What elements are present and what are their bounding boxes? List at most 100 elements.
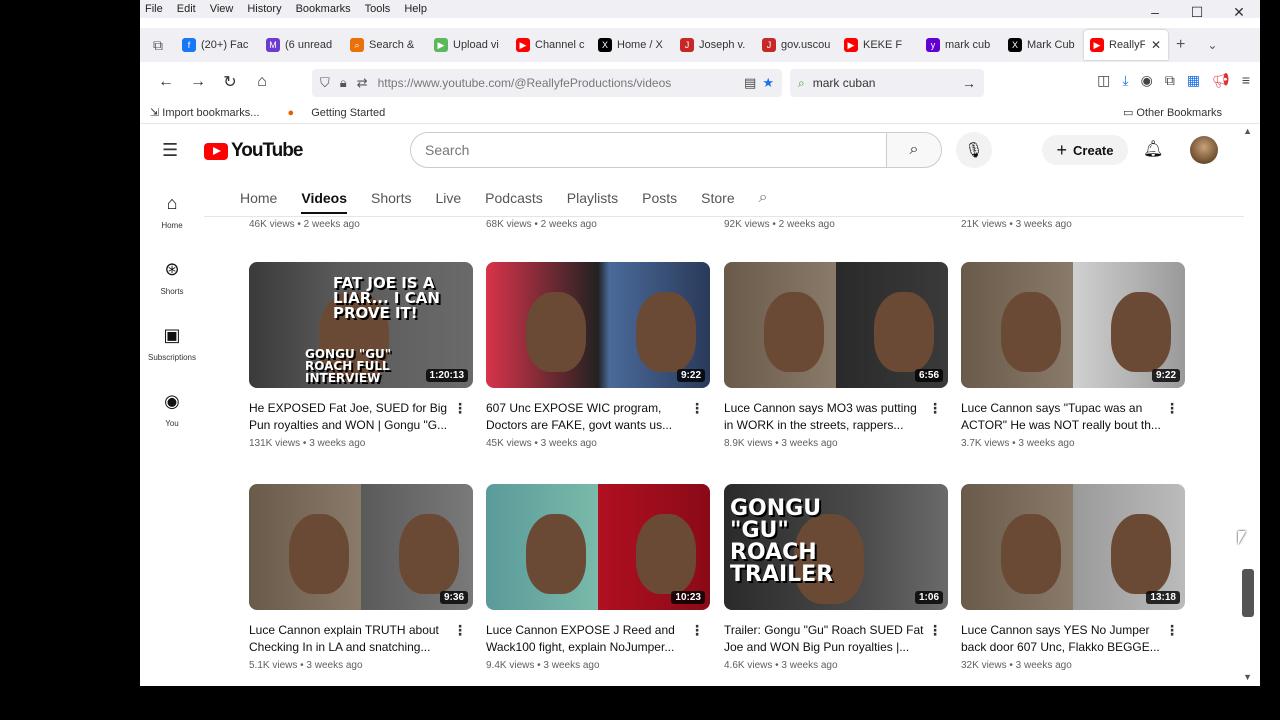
account-icon[interactable]: ◉ — [1141, 72, 1153, 89]
browser-tab[interactable]: y mark cub — [920, 30, 1002, 60]
video-thumbnail[interactable]: 10:23 — [486, 484, 710, 610]
tab-list-icon[interactable]: ⧉ — [140, 37, 176, 54]
browser-tab[interactable]: X Mark Cub — [1002, 30, 1084, 60]
scroll-down-icon[interactable]: ▼ — [1243, 672, 1252, 682]
sidebar-item-shorts[interactable]: ⊛ Shorts — [140, 251, 204, 317]
tab-playlists[interactable]: Playlists — [567, 190, 618, 206]
more-options-icon[interactable]: ⋮ — [453, 622, 467, 639]
video-thumbnail[interactable]: 9:22 — [961, 262, 1185, 388]
reload-icon[interactable]: ↻ — [214, 72, 246, 92]
video-title[interactable]: Trailer: Gongu "Gu" Roach SUED Fat Joe a… — [724, 622, 924, 656]
video-title[interactable]: Luce Cannon says MO3 was putting in WORK… — [724, 400, 924, 434]
hamburger-menu-icon[interactable]: ☰ — [162, 140, 178, 161]
browser-tab[interactable]: M (6 unread — [260, 30, 344, 60]
menu-history[interactable]: History — [247, 3, 281, 15]
tab-shorts[interactable]: Shorts — [371, 190, 411, 206]
video-thumbnail[interactable]: 13:18 — [961, 484, 1185, 610]
video-card[interactable]: GONGU "GU" ROACH TRAILER 1:06 Trailer: Gon… — [724, 484, 948, 671]
lock-icon[interactable]: 🔒︎ — [340, 75, 347, 91]
browser-tab[interactable]: Jgov.uscou — [756, 30, 838, 60]
go-arrow-icon[interactable]: → — [962, 75, 976, 91]
video-card[interactable]: 13:18 Luce Cannon says YES No Jumper back… — [961, 484, 1185, 671]
tab-home[interactable]: Home — [240, 190, 277, 206]
video-title[interactable]: He EXPOSED Fat Joe, SUED for Big Pun roy… — [249, 400, 449, 434]
search-engine-icon[interactable]: ⌕ — [798, 76, 805, 91]
menu-bookmarks[interactable]: Bookmarks — [296, 3, 351, 15]
browser-tab[interactable]: X Home / X — [592, 30, 674, 60]
video-thumbnail[interactable]: GONGU "GU" ROACH TRAILER 1:06 — [724, 484, 948, 610]
tab-live[interactable]: Live — [435, 190, 461, 206]
more-options-icon[interactable]: ⋮ — [1165, 400, 1179, 417]
new-tab-icon[interactable]: + — [1176, 36, 1185, 54]
browser-tab[interactable]: J Joseph v. — [674, 30, 756, 60]
bookmark-star-icon[interactable]: ★ — [762, 75, 774, 91]
browser-search-bar[interactable]: ⌕ mark cuban → — [790, 69, 984, 97]
minimize-icon[interactable]: – — [1134, 0, 1176, 24]
video-thumbnail[interactable]: FAT JOE IS A LIAR... I CAN PROVE IT! GONG… — [249, 262, 473, 388]
url-bar[interactable]: ⛉ 🔒︎ ⇄ https://www.youtube.com/@Reallyfe… — [312, 69, 782, 97]
browser-tab[interactable]: ▶ KEKE F — [838, 30, 920, 60]
yt-search-button[interactable]: ⌕ — [886, 132, 942, 168]
menu-help[interactable]: Help — [404, 3, 427, 15]
video-title[interactable]: Luce Cannon says YES No Jumper back door… — [961, 622, 1161, 656]
downloads-icon[interactable]: ⤓ — [1122, 72, 1128, 89]
other-bookmarks[interactable]: ▭ Other Bookmarks — [1123, 106, 1236, 119]
getting-started-bookmark[interactable]: ● Getting Started — [287, 107, 399, 119]
close-tab-icon[interactable]: ✕ — [1151, 38, 1161, 52]
more-options-icon[interactable]: ⋮ — [1165, 622, 1179, 639]
tab-podcasts[interactable]: Podcasts — [485, 190, 543, 206]
sidebar-item-home[interactable]: ⌂ Home — [140, 185, 204, 251]
more-options-icon[interactable]: ⋮ — [928, 400, 942, 417]
extensions-icon[interactable]: ⧉ — [1165, 72, 1175, 89]
video-title[interactable]: Luce Cannon EXPOSE J Reed and Wack100 fi… — [486, 622, 686, 656]
video-card[interactable]: 9:22 Luce Cannon says "Tupac was an ACTOR… — [961, 262, 1185, 449]
more-options-icon[interactable]: ⋮ — [690, 400, 704, 417]
back-icon[interactable]: ← — [150, 73, 182, 91]
megaphone-icon[interactable]: 📢︎ — [1212, 72, 1230, 89]
video-card[interactable]: 10:23 Luce Cannon EXPOSE J Reed and Wack1… — [486, 484, 710, 671]
browser-tab[interactable]: f (20+) Fac — [176, 30, 260, 60]
scroll-up-icon[interactable]: ▲ — [1243, 126, 1252, 136]
browser-tab[interactable]: ▶ Upload vi — [428, 30, 510, 60]
channel-search-icon[interactable]: ⌕ — [759, 189, 768, 207]
avatar[interactable] — [1190, 136, 1218, 164]
close-window-icon[interactable]: ✕ — [1218, 0, 1260, 24]
more-options-icon[interactable]: ⋮ — [928, 622, 942, 639]
home-browser-icon[interactable]: ⌂ — [246, 73, 278, 91]
tab-videos[interactable]: Videos — [301, 190, 348, 214]
permissions-icon[interactable]: ⇄ — [357, 75, 368, 91]
video-title[interactable]: Luce Cannon says "Tupac was an ACTOR" He… — [961, 400, 1161, 434]
shield-icon[interactable]: ⛉ — [320, 75, 330, 91]
import-bookmarks[interactable]: ⇲ Import bookmarks... — [150, 106, 273, 119]
reader-icon[interactable]: ▤ — [744, 75, 756, 91]
menu-tools[interactable]: Tools — [365, 3, 391, 15]
yt-search-input[interactable]: Search — [410, 132, 888, 168]
video-title[interactable]: 607 Unc EXPOSE WIC program, Doctors are … — [486, 400, 686, 434]
app-menu-icon[interactable]: ≡ — [1242, 72, 1250, 89]
notifications-bell-icon[interactable]: 🔔︎ — [1143, 139, 1163, 159]
more-options-icon[interactable]: ⋮ — [690, 622, 704, 639]
video-title[interactable]: Luce Cannon explain TRUTH about Checking… — [249, 622, 449, 656]
video-thumbnail[interactable]: 6:56 — [724, 262, 948, 388]
maximize-icon[interactable]: ☐ — [1176, 0, 1218, 24]
sidebar-item-you[interactable]: ◉ You — [140, 383, 204, 449]
forward-icon[interactable]: → — [182, 73, 214, 91]
video-card[interactable]: 9:36 Luce Cannon explain TRUTH about Chec… — [249, 484, 473, 671]
menu-file[interactable]: File — [145, 3, 163, 15]
browser-tab[interactable]: ⌕ Search & — [344, 30, 428, 60]
tab-posts[interactable]: Posts — [642, 190, 677, 206]
sidebar-item-subscriptions[interactable]: ▣ Subscriptions — [140, 317, 204, 383]
youtube-logo[interactable]: YouTube — [204, 140, 303, 162]
browser-tab[interactable]: ▶ ReallyF ✕ — [1084, 30, 1168, 60]
browser-tab[interactable]: ▶ Channel c — [510, 30, 592, 60]
tab-store[interactable]: Store — [701, 190, 734, 206]
create-button[interactable]: + Create — [1042, 135, 1128, 165]
list-all-tabs-icon[interactable]: ⌄ — [1207, 38, 1217, 52]
video-card[interactable]: 9:22 607 Unc EXPOSE WIC program, Doctors … — [486, 262, 710, 449]
extension-icon[interactable]: ▦ — [1187, 72, 1200, 89]
video-card[interactable]: 6:56 Luce Cannon says MO3 was putting in … — [724, 262, 948, 449]
voice-search-button[interactable]: 🎙︎ — [956, 132, 992, 168]
scrollbar-thumb[interactable] — [1242, 569, 1254, 617]
video-thumbnail[interactable]: 9:22 — [486, 262, 710, 388]
pocket-icon[interactable]: ◫ — [1097, 72, 1110, 89]
